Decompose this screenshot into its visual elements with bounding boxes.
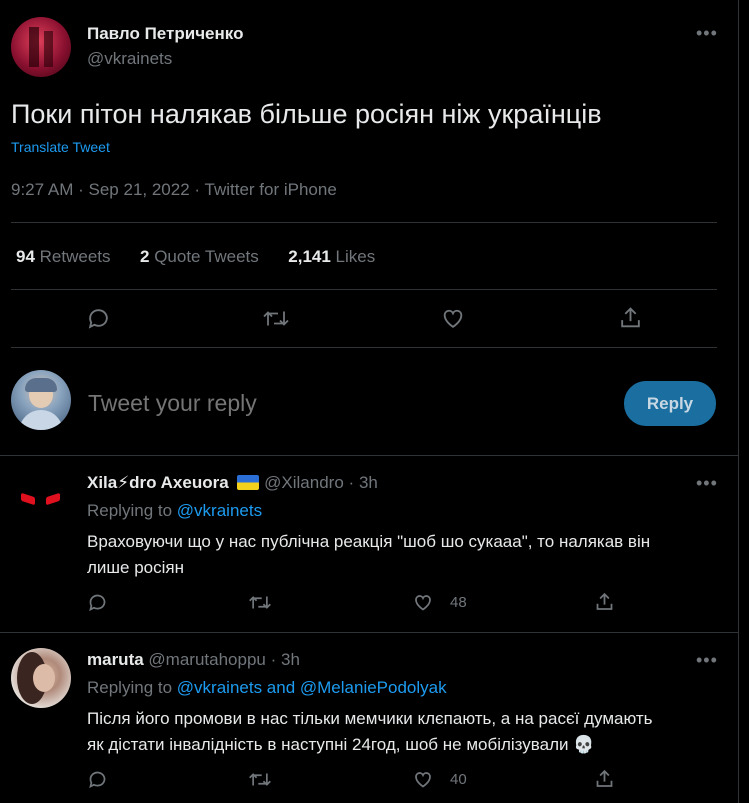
replying-to-link[interactable]: @vkrainets and @MelaniePodolyak: [177, 678, 447, 697]
reply-author-name[interactable]: maruta: [87, 650, 144, 669]
reply-text: Після його промови в нас тільки мемчики …: [87, 709, 653, 754]
like-count: 48: [450, 594, 467, 611]
reply-header: maruta @marutahoppu · 3h: [87, 650, 300, 669]
reply-button[interactable]: Reply: [624, 381, 716, 426]
reply-avatar[interactable]: [11, 648, 71, 708]
ukraine-flag-icon: [237, 475, 260, 490]
reply-avatar[interactable]: [11, 472, 71, 532]
reply-author-name[interactable]: Xila⚡dro Axeuora: [87, 473, 229, 492]
replying-to-line: Replying to @vkrainets: [87, 501, 263, 520]
retweet-icon[interactable]: [248, 769, 272, 790]
like-icon[interactable]: [412, 769, 434, 790]
author-handle[interactable]: @vkrainets: [87, 49, 172, 69]
tweet-time[interactable]: 9:27 AM: [11, 180, 73, 199]
divider: [11, 289, 717, 290]
reply-author-handle[interactable]: @marutahoppu: [148, 650, 265, 669]
reply-icon[interactable]: [86, 306, 111, 331]
quote-tweets-stat[interactable]: 2 Quote Tweets: [140, 247, 264, 266]
divider: [11, 347, 717, 348]
retweets-stat[interactable]: 94 Retweets: [16, 247, 115, 266]
stats-row: 94 Retweets 2 Quote Tweets 2,141 Likes: [16, 247, 375, 267]
divider: [11, 222, 717, 223]
share-icon[interactable]: [594, 591, 615, 613]
divider: [0, 455, 738, 456]
retweet-icon[interactable]: [248, 592, 272, 613]
timeline-border: [738, 0, 739, 803]
reply-text: Враховуючи що у нас публічна реакція "шо…: [87, 532, 651, 577]
translate-tweet-link[interactable]: Translate Tweet: [11, 139, 110, 155]
reply-header: Xila⚡dro Axeuora @Xilandro · 3h: [87, 473, 378, 492]
tweet-date[interactable]: Sep 21, 2022: [89, 180, 190, 199]
reply-icon[interactable]: [87, 769, 108, 790]
like-icon[interactable]: [440, 306, 466, 331]
author-name[interactable]: Павло Петриченко: [87, 24, 243, 44]
reply-compose-input[interactable]: [88, 386, 588, 420]
tweet-source[interactable]: Twitter for iPhone: [205, 180, 337, 199]
author-avatar[interactable]: [11, 17, 71, 77]
reply-icon[interactable]: [87, 592, 108, 613]
like-count: 40: [450, 771, 467, 788]
more-options-icon[interactable]: •••: [696, 651, 718, 669]
more-options-icon[interactable]: •••: [696, 24, 718, 42]
divider: [0, 632, 738, 633]
more-options-icon[interactable]: •••: [696, 474, 718, 492]
user-avatar[interactable]: [11, 370, 71, 430]
share-icon[interactable]: [594, 768, 615, 790]
tweet-timestamp-line: 9:27 AM · Sep 21, 2022 · Twitter for iPh…: [11, 180, 337, 199]
reply-time[interactable]: 3h: [281, 650, 300, 669]
share-icon[interactable]: [618, 305, 643, 331]
likes-stat[interactable]: 2,141 Likes: [288, 247, 375, 266]
reply-author-handle[interactable]: @Xilandro: [264, 473, 344, 492]
tweet-text: Поки пітон налякав більше росіян ніж укр…: [11, 99, 602, 129]
replying-to-line: Replying to @vkrainets and @MelaniePodol…: [87, 678, 447, 697]
retweet-icon[interactable]: [262, 306, 290, 331]
reply-time[interactable]: 3h: [359, 473, 378, 492]
replying-to-link[interactable]: @vkrainets: [177, 501, 262, 520]
like-icon[interactable]: [412, 592, 434, 613]
